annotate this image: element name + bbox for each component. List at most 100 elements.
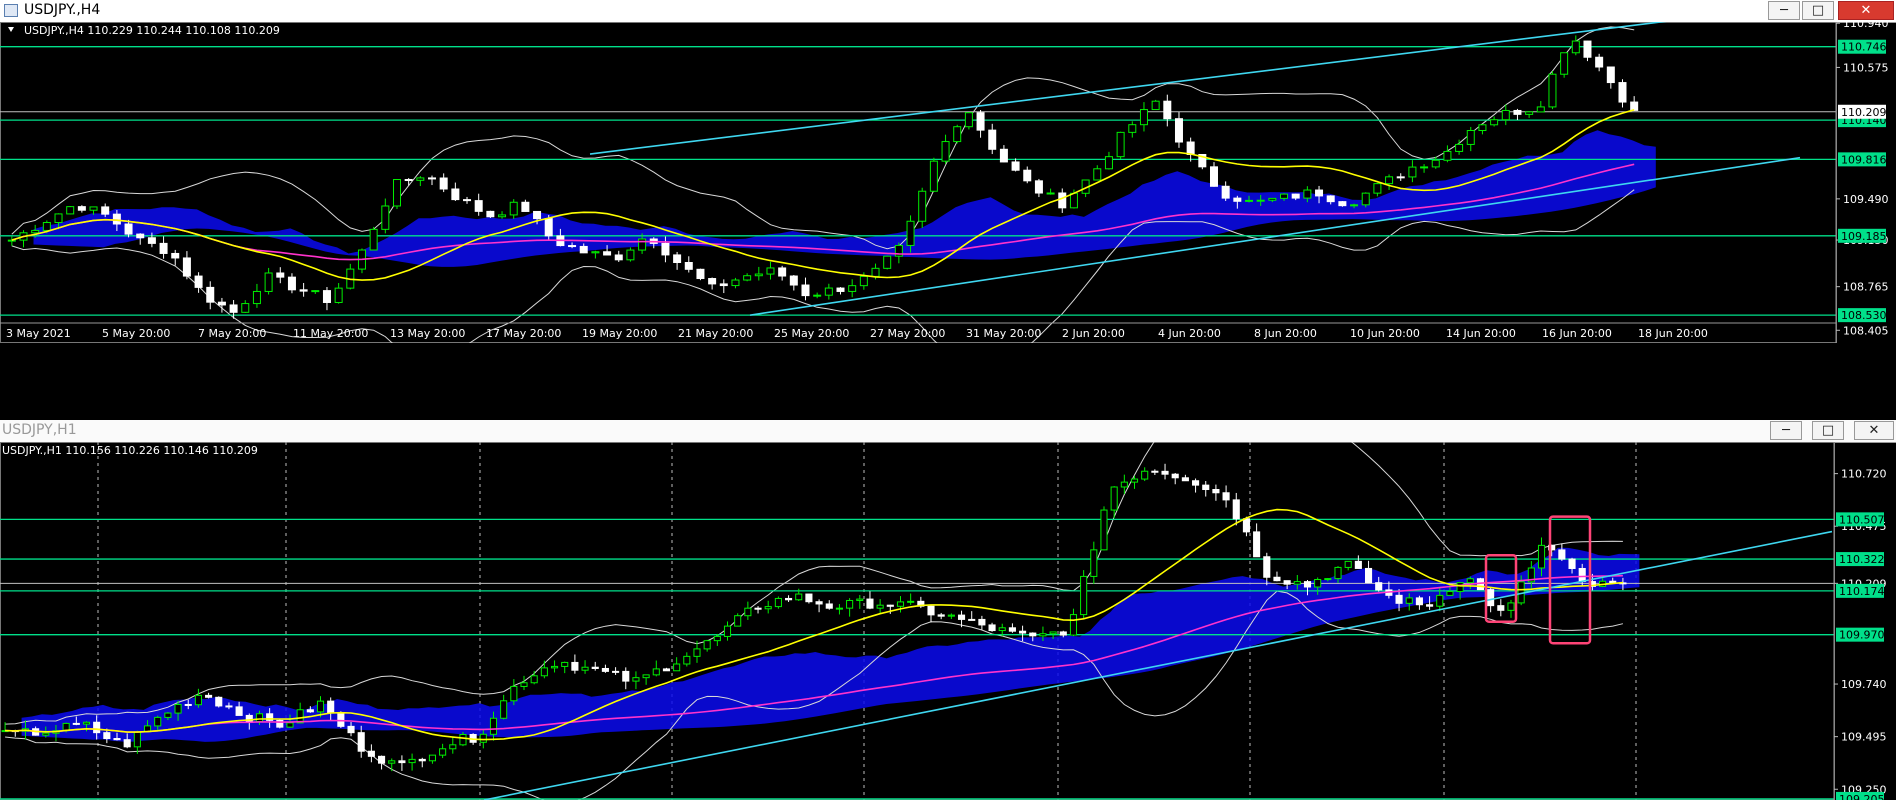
candle-body — [235, 706, 243, 716]
chart-window-h1: USDJPY,H1 ─ □ ✕ USDJPY.,H1 110.156 110.2… — [0, 420, 1896, 800]
close-button[interactable]: ✕ — [1854, 421, 1894, 440]
candle-body — [449, 744, 457, 750]
candle-body — [1490, 119, 1499, 126]
current-price-label: 110.209 — [1841, 106, 1887, 119]
candle-body — [907, 600, 915, 603]
candle-body — [1501, 109, 1510, 121]
candle-body — [1334, 566, 1342, 580]
candle-body — [486, 210, 495, 218]
candle-body — [581, 666, 589, 671]
candle-body — [103, 732, 111, 740]
candle-body — [988, 129, 997, 150]
candle-body — [693, 648, 701, 657]
candle-body — [171, 252, 180, 259]
candle-body — [42, 222, 51, 231]
candle-body — [703, 640, 711, 650]
candle-body — [54, 213, 63, 224]
candle-body — [652, 668, 660, 676]
candle-body — [719, 283, 728, 287]
candle-body — [1405, 597, 1413, 604]
candle-body — [723, 625, 732, 637]
candle-body — [968, 618, 976, 621]
maximize-button[interactable]: □ — [1812, 421, 1844, 440]
candle-body — [398, 760, 406, 764]
candle-body — [241, 303, 250, 313]
candle-body — [1253, 531, 1261, 558]
candle-body — [1192, 480, 1200, 486]
candle-body — [976, 112, 985, 131]
candle-body — [1151, 100, 1160, 111]
y-tick-label: 109.495 — [1841, 731, 1887, 744]
candle-body — [451, 188, 460, 201]
candle-body — [836, 287, 845, 292]
candle-body — [1049, 631, 1057, 635]
candle-body — [82, 721, 91, 725]
minimize-button[interactable]: ─ — [1770, 421, 1802, 440]
candle-body — [999, 148, 1008, 163]
candle-body — [744, 607, 752, 617]
candle-body — [1578, 567, 1586, 583]
candle-body — [474, 200, 483, 212]
candle-body — [896, 601, 905, 607]
candle-body — [1039, 633, 1047, 637]
candle-body — [337, 712, 345, 727]
price-chart-h1[interactable]: USDJPY.,H1 110.156 110.226 110.146 110.2… — [0, 442, 1896, 800]
candle-body — [1630, 101, 1639, 111]
candle-body — [520, 682, 528, 687]
maximize-button[interactable]: □ — [1802, 1, 1834, 20]
candle-body — [1497, 605, 1505, 611]
level-price-label: 109.970 — [1839, 629, 1885, 642]
candle-body — [489, 717, 498, 735]
candle-body — [1130, 478, 1139, 483]
candle-body — [789, 275, 798, 286]
candle-body — [1120, 481, 1128, 488]
candle-body — [550, 665, 559, 669]
x-tick-label: 8 Jun 20:00 — [1254, 327, 1317, 340]
candle-body — [540, 667, 548, 677]
candle-body — [286, 722, 294, 728]
candle-body — [276, 272, 285, 278]
candle-body — [510, 685, 518, 702]
candle-body — [785, 597, 793, 601]
candle-body — [1606, 66, 1615, 84]
candle-body — [1233, 197, 1242, 202]
candle-body — [113, 738, 121, 741]
close-button[interactable]: ✕ — [1838, 1, 1894, 20]
candle-body — [1242, 518, 1250, 533]
candle-body — [1256, 199, 1265, 202]
candle-body — [1110, 486, 1118, 511]
candle-body — [859, 275, 868, 287]
candle-body — [1181, 477, 1189, 482]
chart-window-h4: USDJPY.,H4 ─ □ ✕ USDJPY.,H4 110.229 110.… — [0, 0, 1896, 343]
candle-body — [766, 267, 775, 275]
candle-body — [439, 748, 447, 756]
candle-body — [661, 242, 670, 256]
candle-body — [1436, 594, 1444, 607]
candle-body — [622, 670, 630, 682]
candle-body — [1373, 183, 1382, 194]
candle-body — [1222, 492, 1230, 501]
candle-body — [416, 177, 425, 181]
candle-body — [255, 713, 264, 722]
candle-body — [1069, 614, 1078, 636]
window-titlebar-h1[interactable]: USDJPY,H1 ─ □ ✕ — [0, 420, 1896, 443]
candle-body — [1100, 509, 1108, 551]
candle-body — [591, 251, 600, 254]
minimize-button[interactable]: ─ — [1768, 1, 1800, 20]
candle-body — [673, 254, 682, 263]
candle-body — [1446, 591, 1454, 596]
candle-body — [929, 160, 938, 192]
window-titlebar-h4[interactable]: USDJPY.,H4 ─ □ ✕ — [0, 0, 1896, 23]
candle-body — [978, 618, 986, 626]
candle-body — [1537, 544, 1546, 569]
candle-body — [846, 599, 854, 609]
plot-area — [0, 442, 1835, 800]
candle-body — [101, 206, 110, 215]
candle-body — [632, 677, 640, 682]
price-chart-h4[interactable]: USDJPY.,H4 110.229 110.244 110.108 110.2… — [0, 22, 1896, 343]
candle-body — [941, 141, 950, 162]
candle-body — [404, 179, 413, 182]
candle-body — [544, 218, 553, 237]
candle-body — [182, 257, 191, 277]
candle-body — [886, 604, 894, 607]
